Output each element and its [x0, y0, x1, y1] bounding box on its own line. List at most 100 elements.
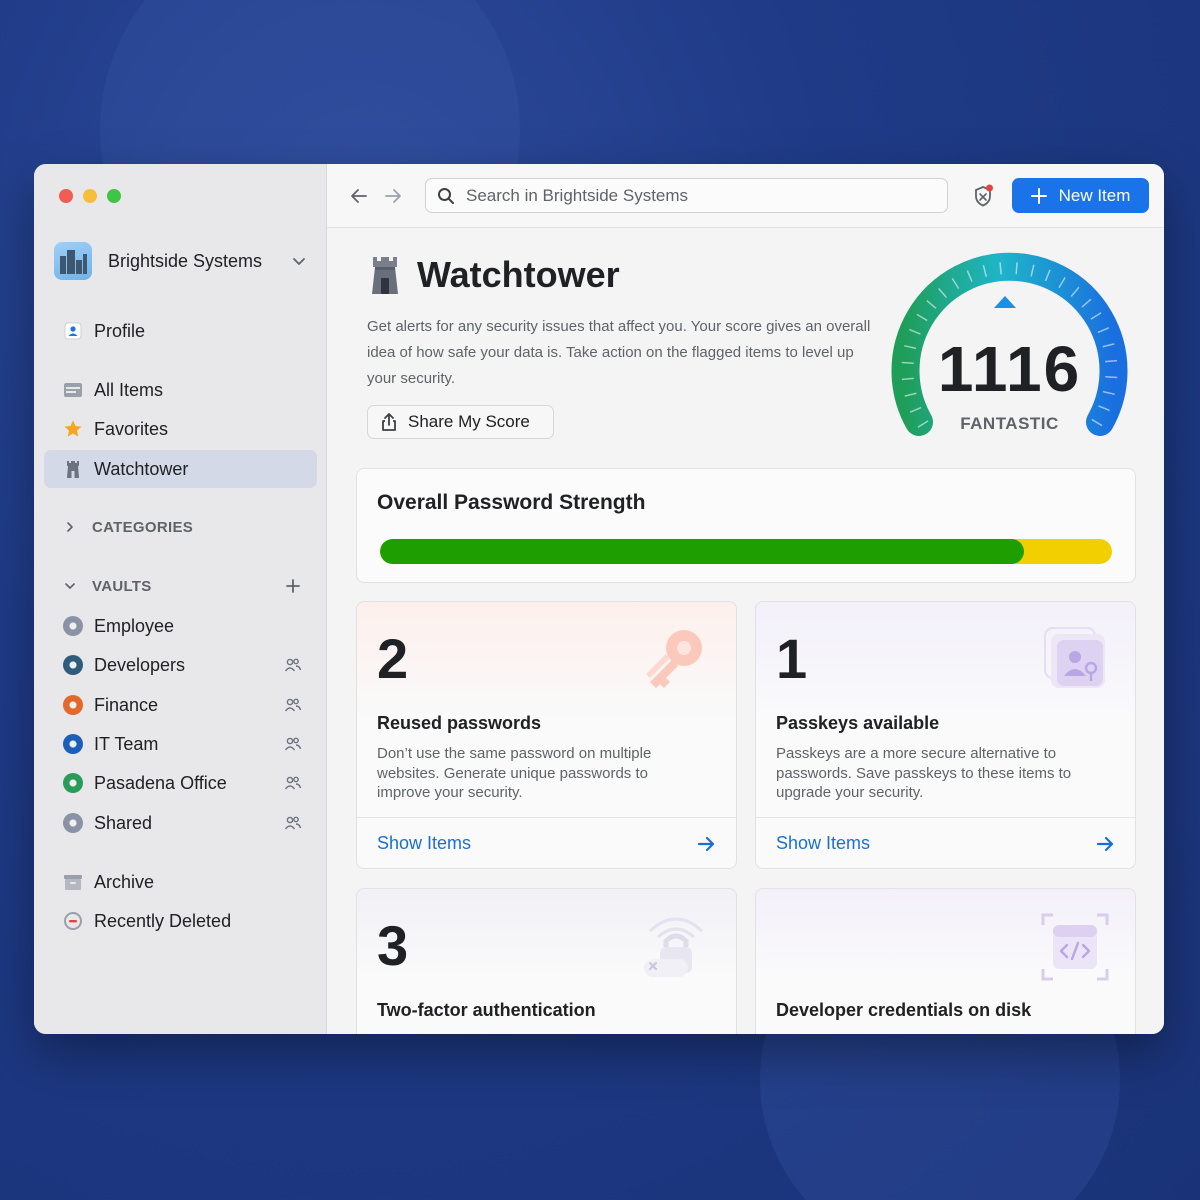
arrow-right-icon [385, 189, 401, 203]
zoom-window-button[interactable] [107, 189, 121, 203]
app-window: Brightside Systems Profile All Items Fav… [34, 164, 1164, 1034]
gauge-tick [999, 262, 1002, 275]
password-strength-card: Overall Password Strength [356, 468, 1136, 583]
vault-icon [62, 615, 84, 637]
trash-restore-icon [62, 910, 84, 932]
star-icon [62, 418, 84, 440]
reused-passwords-show-items[interactable]: Show Items [357, 817, 736, 868]
building-icon [54, 242, 92, 280]
reused-passwords-count: 2 [377, 627, 409, 690]
sidebar-item-all-items[interactable]: All Items [44, 371, 317, 409]
forward-button[interactable] [383, 186, 403, 206]
plus-icon [286, 579, 300, 593]
watchtower-icon [372, 257, 398, 294]
vault-icon [62, 694, 84, 716]
vault-color-dot [63, 813, 83, 833]
sidebar-item-recently-deleted[interactable]: Recently Deleted [44, 902, 317, 940]
developer-credentials-card: Developer credentials on disk [755, 888, 1136, 1034]
vault-color-dot [63, 734, 83, 754]
sidebar-item-profile[interactable]: Profile [44, 312, 317, 350]
sidebar-item-label: Archive [94, 871, 155, 892]
sidebar-item-label: Watchtower [94, 458, 189, 479]
new-item-label: New Item [1058, 185, 1131, 205]
chevron-down-icon [293, 258, 305, 265]
passkeys-show-items[interactable]: Show Items [756, 817, 1135, 868]
sidebar-item-label: Developers [94, 654, 186, 675]
sidebar-item-vault[interactable]: Finance [44, 686, 317, 724]
vault-color-dot [63, 773, 83, 793]
sidebar-item-label: IT Team [94, 733, 159, 754]
share-score-button[interactable]: Share My Score [367, 405, 554, 439]
sidebar-item-label: All Items [94, 379, 164, 400]
chevron-right-icon [62, 519, 78, 535]
page-header: Watchtower [367, 254, 620, 296]
security-score-gauge: 1116 FANTASTIC [887, 252, 1132, 452]
two-factor-title: Two-factor authentication [377, 1000, 596, 1020]
developer-credentials-title: Developer credentials on disk [776, 1000, 1032, 1020]
reused-passwords-description: Don’t use the same password on multiple … [377, 745, 652, 801]
passkeys-description: Passkeys are a more secure alternative t… [776, 745, 1072, 801]
new-item-button[interactable]: New Item [1012, 178, 1149, 213]
shared-people-icon [283, 655, 303, 675]
sidebar-item-watchtower[interactable]: Watchtower [44, 450, 317, 488]
score-indicator-triangle [994, 296, 1016, 308]
categories-section-toggle[interactable]: CATEGORIES [62, 512, 302, 542]
chevron-down-icon [62, 578, 78, 594]
sidebar-item-label: Favorites [94, 418, 169, 439]
sidebar-item-vault[interactable]: Employee [44, 607, 317, 645]
reused-passwords-title: Reused passwords [377, 713, 542, 733]
key-icon [646, 630, 702, 688]
share-icon [382, 413, 396, 431]
reused-passwords-card: 2 Reused passwords Don’t use the same pa… [356, 601, 737, 869]
sidebar-item-label: Recently Deleted [94, 910, 232, 931]
main-content: New Item Watchtower Get alerts for any s… [327, 164, 1164, 1034]
sidebar-item-vault[interactable]: IT Team [44, 725, 317, 763]
password-strength-title: Overall Password Strength [377, 491, 646, 514]
watchtower-alert-button[interactable] [970, 183, 996, 209]
sidebar-item-label: Pasadena Office [94, 772, 227, 793]
account-switcher[interactable]: Brightside Systems [54, 241, 306, 281]
password-strength-fill [380, 539, 1025, 564]
two-factor-count: 3 [377, 914, 409, 977]
vault-color-dot [63, 695, 83, 715]
sidebar-item-label: Shared [94, 812, 153, 833]
page-title: Watchtower [417, 254, 620, 295]
sidebar: Brightside Systems Profile All Items Fav… [34, 164, 327, 1034]
search-icon [436, 186, 456, 206]
search-input[interactable] [466, 185, 936, 206]
gauge-tick [1015, 262, 1018, 275]
sidebar-item-label: Finance [94, 694, 159, 715]
sidebar-item-vault[interactable]: Pasadena Office [44, 764, 317, 802]
share-score-label: Share My Score [408, 412, 530, 431]
toolbar: New Item [327, 164, 1164, 228]
sidebar-item-favorites[interactable]: Favorites [44, 410, 317, 448]
passkey-icon [1044, 627, 1105, 688]
arrow-right-icon [1096, 836, 1114, 851]
list-icon [62, 379, 84, 401]
security-score-rating: FANTASTIC [960, 414, 1059, 433]
password-strength-bar [380, 539, 1112, 564]
search-field[interactable] [425, 178, 948, 213]
passkeys-card: 1 Passkeys available Passkeys are a more… [755, 601, 1136, 869]
watchtower-icon [62, 458, 84, 480]
add-vault-button[interactable] [284, 577, 302, 595]
lock-wifi-icon [644, 917, 704, 977]
vault-icon [62, 812, 84, 834]
vault-color-dot [63, 616, 83, 636]
page-description: Get alerts for any security issues that … [367, 318, 871, 387]
sidebar-item-archive[interactable]: Archive [44, 863, 317, 901]
sidebar-item-label: Employee [94, 615, 175, 636]
close-window-button[interactable] [59, 189, 73, 203]
account-name: Brightside Systems [108, 250, 263, 271]
sidebar-item-vault[interactable]: Shared [44, 804, 317, 842]
back-button[interactable] [349, 186, 369, 206]
archive-icon [62, 871, 84, 893]
vaults-heading: VAULTS [92, 577, 152, 595]
security-score-value: 1116 [937, 333, 1082, 405]
person-icon [62, 320, 84, 342]
vaults-section-toggle[interactable]: VAULTS [62, 571, 302, 601]
vault-color-dot [63, 655, 83, 675]
sidebar-item-vault[interactable]: Developers [44, 646, 317, 684]
minimize-window-button[interactable] [83, 189, 97, 203]
plus-icon [1030, 187, 1047, 204]
